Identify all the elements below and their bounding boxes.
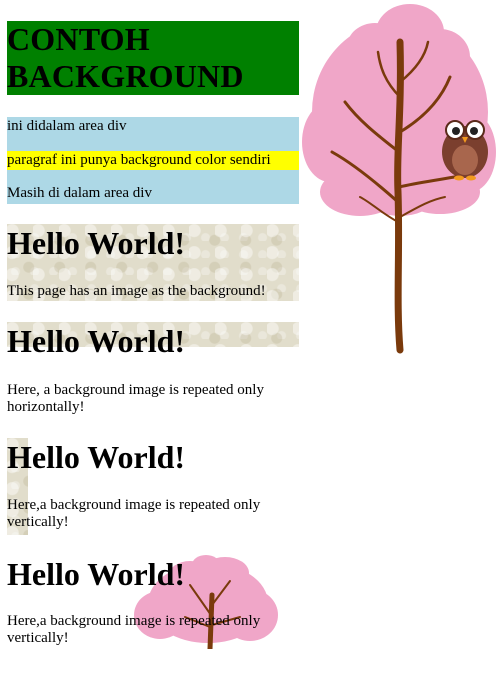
section-heading: Hello World! — [7, 556, 186, 592]
div-area: ini didalam area div paragraf ini punya … — [7, 117, 299, 204]
section-text: Here, a background image is repeated onl… — [7, 382, 264, 415]
section-text: Here,a background image is repeated only… — [7, 613, 261, 646]
highlighted-paragraph: paragraf ini punya background color send… — [7, 151, 299, 170]
section-heading: Hello World! — [7, 323, 186, 359]
background-image-section: Hello World! This page has an image as t… — [7, 224, 299, 301]
title-box: CONTOH BACKGROUND — [7, 21, 299, 95]
div-area-text-1: ini didalam area div — [7, 118, 127, 134]
section-text: This page has an image as the background… — [7, 283, 266, 299]
section-heading: Hello World! — [7, 225, 186, 261]
page-title: CONTOH BACKGROUND — [7, 21, 244, 94]
tree-with-owl-image — [302, 4, 496, 354]
section-heading: Hello World! — [7, 439, 186, 475]
div-area-text-2: Masih di dalam area div — [7, 185, 152, 201]
section-text: Here,a background image is repeated only… — [7, 497, 261, 530]
